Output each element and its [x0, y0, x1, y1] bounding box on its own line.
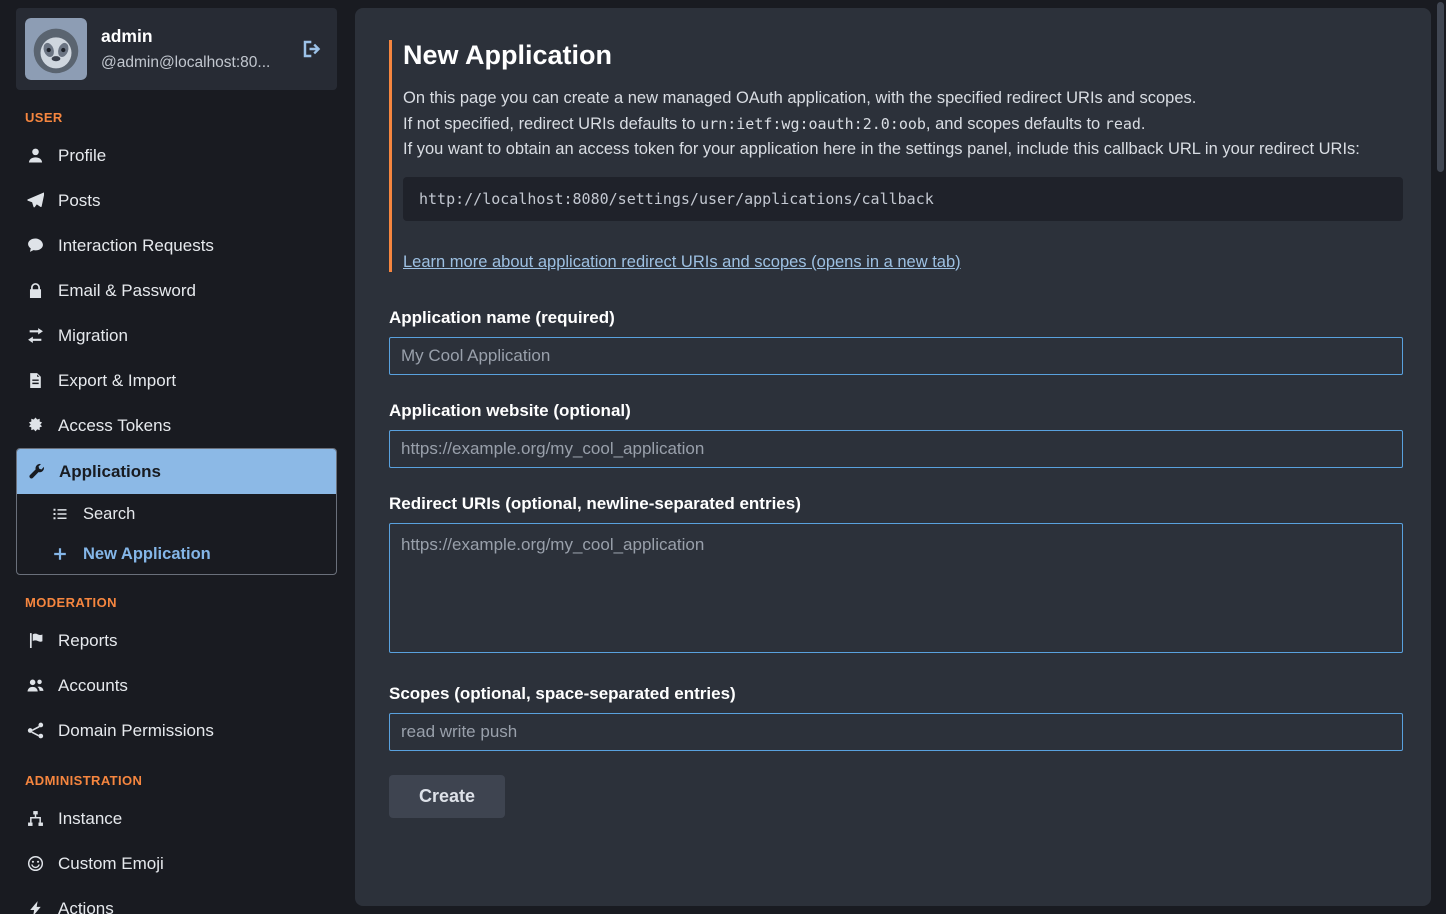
scopes-label: Scopes (optional, space-separated entrie…: [389, 684, 1403, 704]
page-title: New Application: [403, 40, 1403, 71]
sidebar-item-access-tokens[interactable]: Access Tokens: [16, 403, 337, 448]
new-application-form: Application name (required) Application …: [389, 308, 1403, 818]
sidebar-item-email-password[interactable]: Email & Password: [16, 268, 337, 313]
avatar: [25, 18, 87, 80]
sidebar-nav-user: Profile Posts Interaction Requests Email…: [16, 133, 337, 575]
sidebar-item-reports[interactable]: Reports: [16, 618, 337, 663]
sidebar-item-label: Export & Import: [58, 371, 176, 391]
redirect-uris-field-group: Redirect URIs (optional, newline-separat…: [389, 494, 1403, 658]
settings-sidebar: admin @admin@localhost:80... USER Profil…: [0, 0, 355, 914]
sidebar-item-label: Profile: [58, 146, 106, 166]
sidebar-item-posts[interactable]: Posts: [16, 178, 337, 223]
tools-icon: [26, 463, 46, 480]
inline-code-oob: urn:ietf:wg:oauth:2.0:oob: [700, 115, 926, 133]
sidebar-item-custom-emoji[interactable]: Custom Emoji: [16, 841, 337, 886]
application-name-field-group: Application name (required): [389, 308, 1403, 375]
flag-icon: [25, 632, 45, 649]
section-label-user: USER: [25, 110, 337, 125]
user-name: admin: [101, 26, 285, 47]
applications-group: Applications Search New Application: [16, 448, 337, 575]
intro-line-1: On this page you can create a new manage…: [403, 86, 1403, 112]
learn-more-link[interactable]: Learn more about application redirect UR…: [403, 253, 961, 272]
application-name-label: Application name (required): [389, 308, 1403, 328]
sloth-avatar-image: [25, 18, 87, 80]
sidebar-item-applications-search[interactable]: Search: [17, 494, 336, 534]
sidebar-item-label: Applications: [59, 462, 161, 482]
list-icon: [50, 506, 70, 522]
sidebar-item-label: Instance: [58, 809, 122, 829]
user-handle: @admin@localhost:80...: [101, 54, 285, 72]
sidebar-item-label: Accounts: [58, 676, 128, 696]
sidebar-nav-administration: Instance Custom Emoji Actions: [16, 796, 337, 914]
sidebar-item-label: Interaction Requests: [58, 236, 214, 256]
sidebar-item-instance[interactable]: Instance: [16, 796, 337, 841]
sidebar-item-migration[interactable]: Migration: [16, 313, 337, 358]
scopes-input[interactable]: [389, 713, 1403, 751]
sidebar-item-actions[interactable]: Actions: [16, 886, 337, 914]
intro2-pre: If not specified, redirect URIs defaults…: [403, 115, 700, 133]
create-button[interactable]: Create: [389, 775, 505, 818]
user-card[interactable]: admin @admin@localhost:80...: [16, 8, 337, 90]
user-info: admin @admin@localhost:80...: [101, 26, 285, 72]
sidebar-item-label: Posts: [58, 191, 101, 211]
intro-line-3: If you want to obtain an access token fo…: [403, 137, 1403, 163]
application-website-field-group: Application website (optional): [389, 401, 1403, 468]
intro-line-2: If not specified, redirect URIs defaults…: [403, 112, 1403, 138]
paper-plane-icon: [25, 192, 45, 209]
smile-icon: [25, 855, 45, 872]
file-export-icon: [25, 372, 45, 389]
sidebar-item-interaction-requests[interactable]: Interaction Requests: [16, 223, 337, 268]
share-nodes-icon: [25, 722, 45, 739]
sidebar-item-profile[interactable]: Profile: [16, 133, 337, 178]
plus-icon: [50, 546, 70, 562]
sidebar-item-applications-active[interactable]: Applications: [17, 449, 336, 494]
scrollbar-thumb[interactable]: [1437, 2, 1444, 172]
sidebar-item-label: New Application: [83, 545, 211, 564]
application-name-input[interactable]: [389, 337, 1403, 375]
sidebar-item-label: Migration: [58, 326, 128, 346]
bolt-icon: [25, 900, 45, 914]
application-website-input[interactable]: [389, 430, 1403, 468]
sidebar-item-label: Domain Permissions: [58, 721, 214, 741]
sidebar-item-label: Search: [83, 505, 135, 524]
sidebar-nav-moderation: Reports Accounts Domain Permissions: [16, 618, 337, 753]
redirect-uris-label: Redirect URIs (optional, newline-separat…: [389, 494, 1403, 514]
lock-icon: [25, 282, 45, 299]
intro2-post: .: [1141, 115, 1146, 133]
scopes-field-group: Scopes (optional, space-separated entrie…: [389, 684, 1403, 751]
sidebar-item-label: Access Tokens: [58, 416, 171, 436]
sidebar-item-label: Actions: [58, 899, 114, 914]
certificate-icon: [25, 417, 45, 434]
comment-icon: [25, 237, 45, 254]
section-label-administration: ADMINISTRATION: [25, 773, 337, 788]
new-application-panel: New Application On this page you can cre…: [355, 8, 1431, 906]
intro2-mid: , and scopes defaults to: [926, 115, 1105, 133]
users-icon: [25, 677, 45, 694]
callback-url-code-block: http://localhost:8080/settings/user/appl…: [403, 177, 1403, 221]
sidebar-item-new-application[interactable]: New Application: [17, 534, 336, 574]
app-root: admin @admin@localhost:80... USER Profil…: [0, 0, 1446, 914]
sidebar-item-label: Reports: [58, 631, 118, 651]
user-icon: [25, 147, 45, 164]
inline-code-read: read: [1105, 115, 1141, 133]
sidebar-item-label: Custom Emoji: [58, 854, 164, 874]
sidebar-item-accounts[interactable]: Accounts: [16, 663, 337, 708]
page-header: New Application On this page you can cre…: [389, 40, 1403, 272]
sitemap-icon: [25, 810, 45, 827]
redirect-uris-textarea[interactable]: [389, 523, 1403, 653]
arrows-left-right-icon: [25, 327, 45, 344]
logout-icon[interactable]: [299, 36, 325, 62]
sidebar-item-label: Email & Password: [58, 281, 196, 301]
sidebar-item-export-import[interactable]: Export & Import: [16, 358, 337, 403]
application-website-label: Application website (optional): [389, 401, 1403, 421]
section-label-moderation: MODERATION: [25, 595, 337, 610]
sidebar-item-domain-permissions[interactable]: Domain Permissions: [16, 708, 337, 753]
